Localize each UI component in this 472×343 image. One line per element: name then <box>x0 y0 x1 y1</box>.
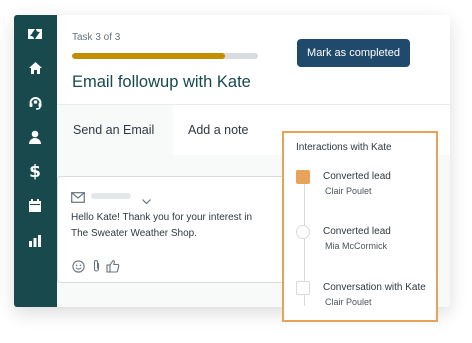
dollar-icon[interactable]: $ <box>23 160 47 184</box>
sidebar: $ <box>14 15 57 307</box>
headset-icon[interactable] <box>23 90 47 114</box>
interaction-title[interactable]: Converted lead <box>323 226 391 237</box>
task-progress-fill <box>72 53 225 59</box>
email-body[interactable]: Hello Kate! Thank you for your interest … <box>71 210 271 241</box>
interaction-person: Mia McCormick <box>325 241 387 251</box>
task-progress-bar <box>72 53 258 59</box>
envelope-icon <box>71 190 85 208</box>
zendesk-logo-icon[interactable] <box>23 22 47 46</box>
circle-marker-icon <box>296 225 310 239</box>
interaction-title[interactable]: Converted lead <box>323 171 391 182</box>
tab-label: Send an Email <box>73 123 155 137</box>
tab-send-email[interactable]: Send an Email <box>57 105 173 155</box>
mark-completed-button[interactable]: Mark as completed <box>297 39 410 67</box>
task-header: Task 3 of 3 Email followup with Kate Mar… <box>57 15 450 105</box>
task-title: Email followup with Kate <box>72 73 251 91</box>
recipient-field[interactable] <box>91 193 131 199</box>
square-marker-icon <box>296 281 310 295</box>
interaction-title[interactable]: Conversation with Kate <box>323 282 426 293</box>
chevron-down-icon[interactable] <box>142 192 151 210</box>
tab-label: Add a note <box>188 123 249 137</box>
thumbs-up-icon[interactable] <box>106 259 120 278</box>
interactions-panel: Interactions with Kate Converted lead Cl… <box>282 131 438 322</box>
bar-chart-icon[interactable] <box>23 228 47 252</box>
interaction-person: Clair Poulet <box>325 297 372 307</box>
home-icon[interactable] <box>23 56 47 80</box>
email-composer[interactable]: Hello Kate! Thank you for your interest … <box>57 176 295 283</box>
interactions-title: Interactions with Kate <box>296 142 392 153</box>
calendar-icon[interactable] <box>23 194 47 218</box>
task-progress-label: Task 3 of 3 <box>72 32 121 43</box>
person-icon[interactable] <box>23 125 47 149</box>
interaction-person: Clair Poulet <box>325 186 372 196</box>
emoji-icon[interactable] <box>72 260 85 278</box>
paperclip-icon[interactable] <box>92 259 101 278</box>
filled-square-marker-icon <box>296 170 310 184</box>
